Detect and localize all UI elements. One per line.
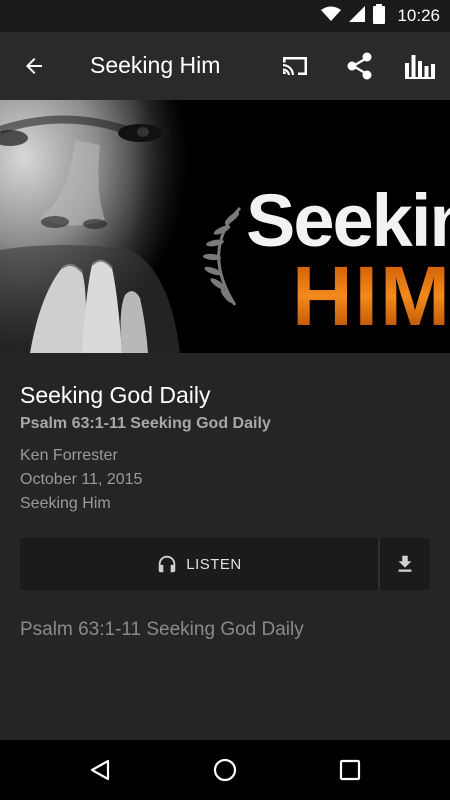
status-bar: 10:26 [0, 0, 450, 32]
artwork-graphic: Seekin HIM [0, 100, 450, 353]
bar-chart-icon [405, 55, 435, 79]
download-button[interactable] [380, 538, 430, 590]
status-time: 10:26 [397, 6, 440, 25]
episode-series[interactable]: Seeking Him [20, 492, 430, 516]
artwork-title-line2: HIM [292, 249, 450, 343]
page-title: Seeking Him [90, 52, 221, 78]
share-button[interactable] [340, 46, 380, 86]
square-recents-icon [339, 759, 361, 781]
episode-info: Seeking God Daily Psalm 63:1-11 Seeking … [20, 380, 430, 516]
headphones-icon [158, 555, 176, 573]
battery-icon [373, 3, 386, 29]
share-icon [347, 52, 372, 80]
episode-date: October 11, 2015 [20, 471, 143, 488]
nav-back-button[interactable] [75, 750, 125, 790]
arrow-back-icon [26, 58, 42, 74]
system-nav-bar [0, 740, 450, 800]
episode-description: Psalm 63:1-11 Seeking God Daily [20, 619, 304, 640]
listen-label: LISTEN [186, 555, 242, 573]
series-artwork: Seekin HIM [0, 100, 450, 353]
nav-recents-button[interactable] [325, 750, 375, 790]
circle-home-icon [213, 758, 237, 782]
app-bar: Seeking Him [0, 32, 450, 100]
episode-title: Seeking God Daily [20, 382, 211, 408]
download-icon [398, 555, 412, 572]
signal-icon [349, 5, 366, 27]
cast-icon [283, 57, 307, 75]
stats-button[interactable] [400, 46, 440, 86]
action-row: LISTEN [20, 538, 430, 590]
cast-button[interactable] [275, 46, 315, 86]
status-icons: 10:26 [321, 0, 440, 32]
episode-subtitle: Psalm 63:1-11 Seeking God Daily [20, 415, 271, 432]
wifi-icon [321, 6, 342, 27]
listen-button[interactable]: LISTEN [20, 538, 378, 590]
nav-home-button[interactable] [200, 750, 250, 790]
triangle-back-icon [90, 759, 110, 781]
back-button[interactable] [14, 46, 54, 86]
episode-speaker[interactable]: Ken Forrester [20, 444, 430, 468]
